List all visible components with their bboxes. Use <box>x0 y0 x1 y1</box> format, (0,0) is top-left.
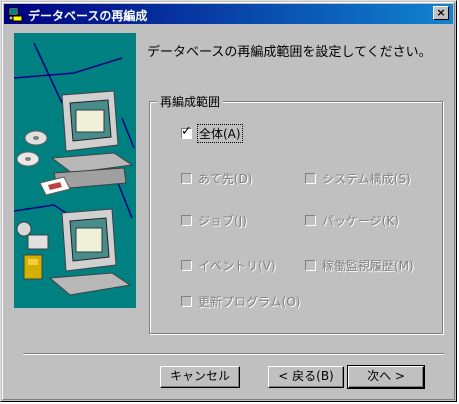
network-computers-illustration <box>14 42 135 296</box>
title-bar[interactable]: データベースの再編成 × <box>4 4 453 24</box>
checkbox-all[interactable]: ✓ 全体(A) <box>181 124 243 143</box>
checkbox-box[interactable] <box>305 215 316 226</box>
checkbox-box[interactable]: ✓ <box>181 124 192 139</box>
back-button[interactable]: < 戻る(B) <box>268 366 344 388</box>
checkbox-system-config[interactable]: システム構成(S) <box>305 170 411 187</box>
checkbox-inventory[interactable]: イベントリ(V) <box>181 257 276 274</box>
checkbox-box[interactable] <box>181 296 192 307</box>
window-title: データベースの再編成 <box>28 9 148 23</box>
close-button[interactable]: × <box>433 6 449 20</box>
checkbox-label: システム構成(S) <box>322 172 411 186</box>
checkbox-box[interactable] <box>181 260 192 271</box>
button-separator-highlight <box>23 354 444 355</box>
checkbox-destination[interactable]: あて先(D) <box>181 170 252 187</box>
wizard-illustration <box>14 33 136 308</box>
checkbox-label: パッケージ(K) <box>322 214 399 228</box>
checkbox-update-program[interactable]: 更新プログラム(O) <box>181 293 300 310</box>
wizard-window: データベースの再編成 × データベースの再編成範囲を設定してください。 再編成範… <box>0 0 457 402</box>
checkbox-package[interactable]: パッケージ(K) <box>305 212 399 229</box>
group-label: 再編成範囲 <box>157 93 224 110</box>
checkbox-label: 全体(A) <box>197 124 243 143</box>
checkbox-label: あて先(D) <box>198 172 253 186</box>
checkbox-box[interactable] <box>181 173 192 184</box>
close-icon: × <box>436 6 446 19</box>
next-button[interactable]: 次へ > <box>347 365 425 389</box>
checkbox-box[interactable] <box>181 215 192 226</box>
wizard-app-icon <box>8 7 23 22</box>
checkbox-label: ジョブ(J) <box>198 214 247 228</box>
checkbox-box[interactable] <box>305 260 316 271</box>
checkmark-icon: ✓ <box>181 124 192 139</box>
checkbox-label: イベントリ(V) <box>198 259 276 273</box>
checkbox-box[interactable] <box>305 173 316 184</box>
cancel-button[interactable]: キャンセル <box>160 366 240 388</box>
instruction-text: データベースの再編成範囲を設定してください。 <box>147 45 432 60</box>
checkbox-label: 更新プログラム(O) <box>198 295 301 309</box>
checkbox-job[interactable]: ジョブ(J) <box>181 212 247 229</box>
checkbox-label: 稼働監視履歴(M) <box>322 259 414 273</box>
checkbox-operation-history[interactable]: 稼働監視履歴(M) <box>305 257 414 274</box>
